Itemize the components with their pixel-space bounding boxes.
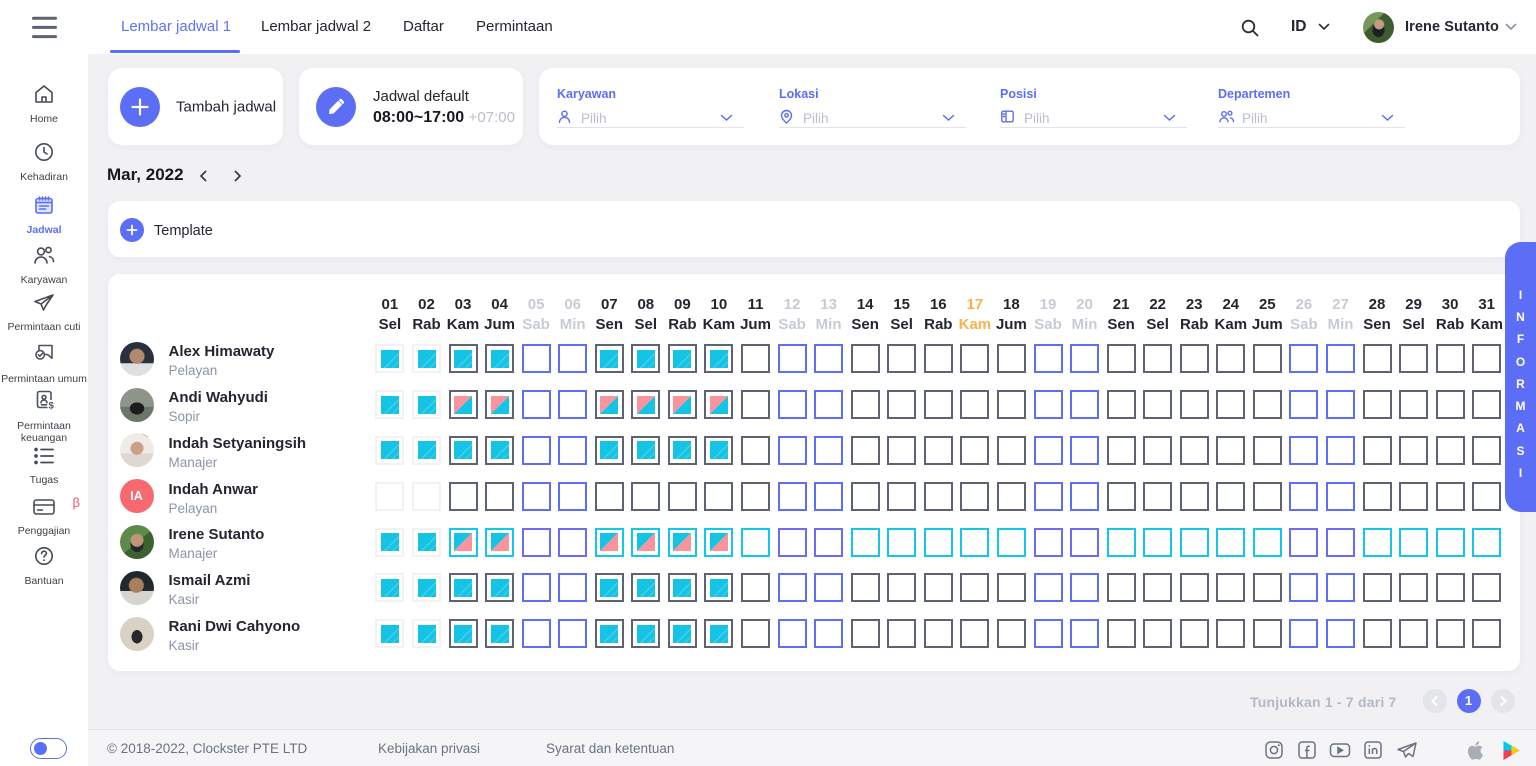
svg-text:$: $ (49, 401, 55, 412)
